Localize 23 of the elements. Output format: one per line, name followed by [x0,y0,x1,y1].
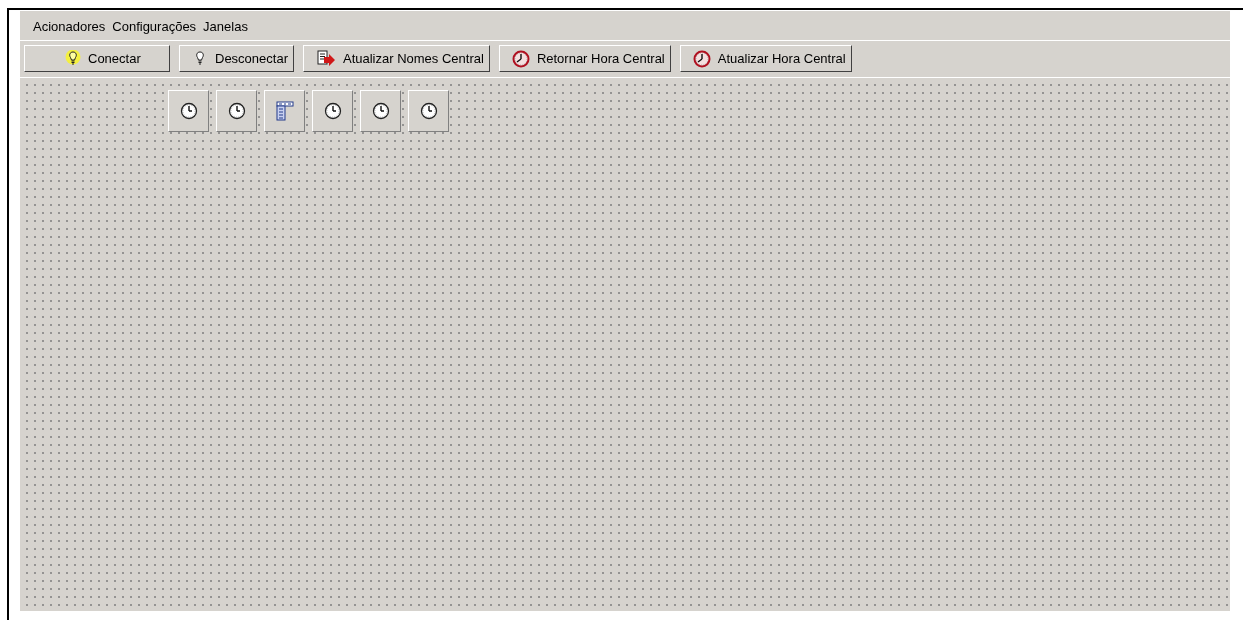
component-button[interactable] [360,90,401,132]
toolbar-button[interactable]: Desconectar [179,45,294,72]
toolbar-button[interactable]: Atualizar Nomes Central [303,45,490,72]
menu-item[interactable]: Janelas [203,19,248,35]
component-button[interactable] [408,90,449,132]
component-button[interactable] [312,90,353,132]
light-bulb-icon [65,49,81,68]
clock-icon [323,102,342,120]
clock-icon [511,49,530,68]
toolbar-button[interactable]: Retornar Hora Central [498,45,671,72]
toolbar-button[interactable]: Atualizar Hora Central [679,45,852,72]
clock-icon [371,102,390,120]
document-arrow-icon [316,49,336,68]
component-button[interactable] [216,90,257,132]
component-button[interactable] [168,90,209,132]
clock-icon [419,102,438,120]
clock-icon [179,102,198,120]
toolbar-button[interactable]: Conectar [24,45,170,72]
menu-item[interactable]: Configurações [112,19,197,35]
clock-icon [227,102,246,120]
menu-item[interactable]: Acionadores [33,19,106,35]
list-icon [275,101,294,121]
clock-icon [692,49,711,68]
